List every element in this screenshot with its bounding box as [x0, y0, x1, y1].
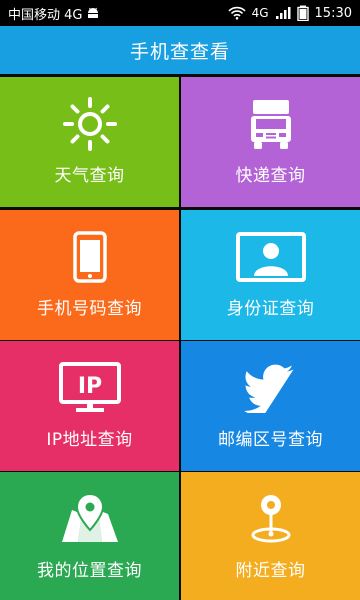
app-screen: 中国移动 4G 4G 15:30 手机查查看 天气查询 快递查询 手机号码查询 … [0, 0, 360, 600]
postcode-query-label: 邮编区号查询 [218, 430, 323, 450]
phone-number-query-label: 手机号码查询 [37, 299, 142, 319]
android-icon [86, 7, 100, 19]
my-location-query-tile[interactable]: 我的位置查询 [0, 472, 179, 600]
id-card-query-tile[interactable]: 身份证查询 [181, 210, 360, 340]
weather-query-tile[interactable]: 天气查询 [0, 77, 179, 207]
phone-icon [0, 228, 179, 286]
battery-icon [296, 5, 309, 21]
sun-icon [0, 95, 179, 153]
map-pin-icon [0, 490, 179, 548]
phone-number-query-tile[interactable]: 手机号码查询 [0, 210, 179, 340]
monitor-ip-icon: IP [0, 359, 179, 417]
time-text: 15:30 [314, 5, 352, 21]
twitter-bird-icon [181, 359, 360, 417]
status-left: 中国移动 4G [8, 4, 100, 23]
ip-address-query-tile[interactable]: IP IP地址查询 [0, 341, 179, 471]
my-location-query-label: 我的位置查询 [37, 561, 142, 581]
location-target-icon [181, 490, 360, 548]
network-type-text: 4G [251, 6, 269, 20]
app-title: 手机查查看 [129, 40, 230, 63]
app-title-bar: 手机查查看 [0, 26, 360, 74]
status-right: 4G 15:30 [228, 5, 352, 21]
wifi-icon [228, 6, 246, 20]
feature-grid: 天气查询 快递查询 手机号码查询 身份证查询 IP IP地址查询 邮编区号查询 … [0, 74, 360, 600]
truck-icon [181, 95, 360, 153]
signal-icon [275, 6, 291, 20]
svg-text:IP: IP [77, 374, 101, 399]
id-card-icon [181, 228, 360, 286]
express-query-tile[interactable]: 快递查询 [181, 77, 360, 207]
ip-address-query-label: IP地址查询 [46, 430, 133, 450]
nearby-query-label: 附近查询 [235, 561, 306, 581]
status-bar: 中国移动 4G 4G 15:30 [0, 0, 360, 26]
nearby-query-tile[interactable]: 附近查询 [181, 472, 360, 600]
carrier-text: 中国移动 4G [8, 7, 83, 23]
weather-query-label: 天气查询 [54, 166, 125, 186]
id-card-query-label: 身份证查询 [226, 299, 315, 319]
postcode-query-tile[interactable]: 邮编区号查询 [181, 341, 360, 471]
express-query-label: 快递查询 [235, 166, 306, 186]
